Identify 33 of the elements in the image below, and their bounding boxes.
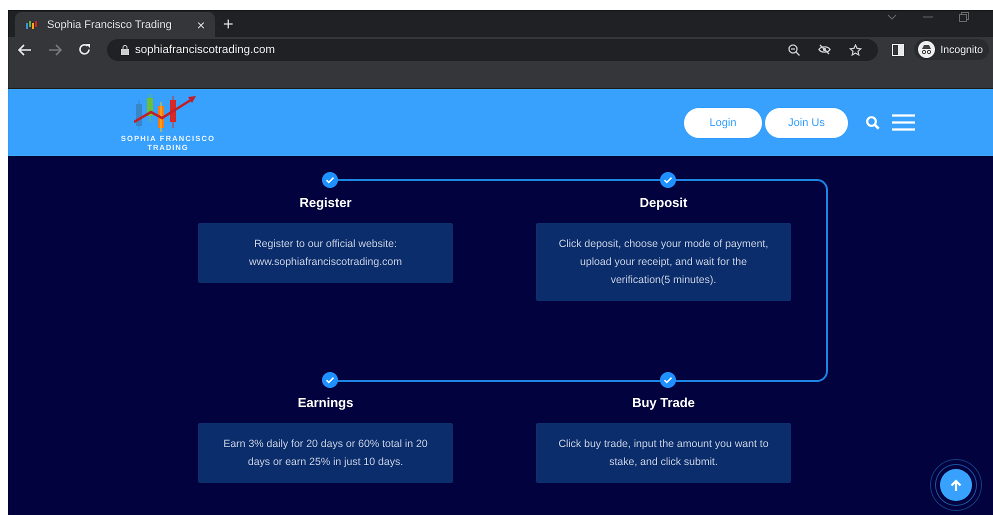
tab-title: Sophia Francisco Trading	[47, 18, 173, 30]
chevron-down-icon[interactable]	[887, 14, 897, 20]
menu-icon[interactable]	[892, 114, 915, 131]
star-icon[interactable]	[849, 44, 862, 56]
step-description: Click buy trade, input the amount you want to stake, and click submit.	[536, 423, 791, 483]
close-tab-button[interactable]: ×	[196, 16, 205, 32]
step-description: Click deposit, choose your mode of payment, upload your receipt, and wait for the verification(5 minutes).	[536, 223, 791, 301]
incognito-icon	[918, 41, 936, 58]
scroll-to-top-button[interactable]	[940, 469, 972, 501]
eye-off-icon[interactable]	[818, 44, 832, 55]
incognito-chip[interactable]: Incognito	[914, 39, 989, 60]
step-title: Register	[299, 195, 352, 210]
lock-icon	[121, 44, 129, 54]
step-description: Earn 3% daily for 20 days or 60% total in 20 days or earn 25% in just 10 days.	[198, 423, 453, 483]
restore-icon[interactable]	[959, 12, 969, 22]
reload-icon[interactable]	[78, 43, 91, 56]
new-tab-button[interactable]: +	[223, 13, 234, 35]
zoom-out-icon[interactable]	[788, 44, 800, 56]
search-icon[interactable]	[866, 116, 880, 130]
browser-tab[interactable]: Sophia Francisco Trading ×	[15, 12, 215, 37]
step-description: Register to our official website: www.sophiafranciscotrading.com	[198, 223, 453, 283]
step-title: Buy Trade	[632, 395, 695, 410]
back-icon[interactable]	[18, 44, 32, 56]
arrow-up-icon	[950, 478, 962, 492]
profile-label: Incognito	[940, 44, 983, 56]
forward-icon[interactable]	[48, 44, 62, 56]
step-title: Earnings	[298, 395, 354, 410]
chart-icon	[25, 20, 39, 30]
url-text: sophiafranciscotrading.com	[135, 44, 275, 56]
address-bar[interactable]: sophiafranciscotrading.com	[107, 38, 878, 60]
step-title: Deposit	[640, 195, 688, 210]
side-panel-icon[interactable]	[892, 44, 904, 56]
minimize-icon[interactable]	[923, 16, 933, 18]
